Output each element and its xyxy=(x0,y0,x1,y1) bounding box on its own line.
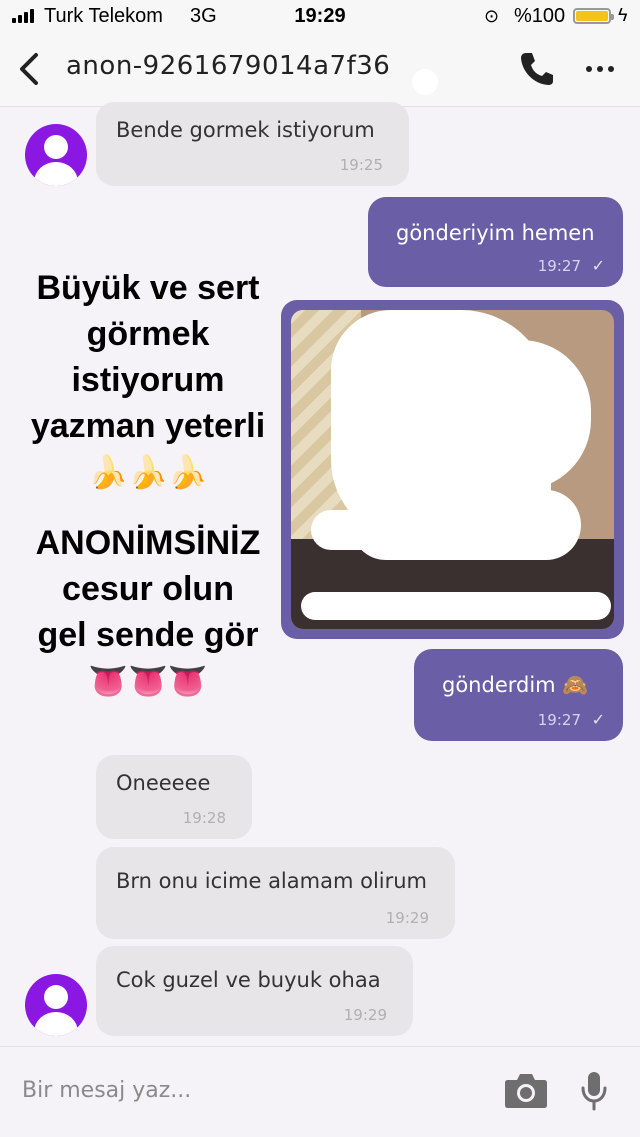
overlay-line: ANONİMSİNİZ xyxy=(35,524,261,562)
chevron-left-icon[interactable] xyxy=(14,52,44,86)
phone-icon[interactable] xyxy=(518,50,556,88)
message-bubble-incoming[interactable]: Cok guzel ve buyuk ohaa 19:29 xyxy=(96,946,413,1036)
message-text: Oneeeee xyxy=(116,771,211,795)
message-text: Bende gormek istiyorum xyxy=(116,118,375,142)
charging-icon: ϟ xyxy=(618,5,628,25)
sent-check-icon: ✓ xyxy=(591,710,605,729)
more-icon[interactable] xyxy=(586,66,614,72)
message-time: 19:27 xyxy=(537,711,581,729)
attached-photo[interactable] xyxy=(291,310,614,629)
microphone-icon[interactable] xyxy=(580,1071,608,1111)
message-input[interactable] xyxy=(20,1069,464,1111)
overlay-line: Büyük ve sert xyxy=(36,269,260,307)
banana-emoji: 🍌🍌🍌 xyxy=(88,453,208,491)
message-bubble-incoming[interactable]: Oneeeee 19:28 xyxy=(96,755,252,839)
message-time: 19:27 xyxy=(537,257,581,275)
sent-check-icon: ✓ xyxy=(591,256,605,275)
overlay-text-bottom: ANONİMSİNİZ cesur olun gel sende gör 👅👅👅 xyxy=(10,520,286,704)
overlay-line: cesur olun xyxy=(62,570,234,608)
camera-icon[interactable] xyxy=(504,1071,548,1109)
overlay-line: istiyorum xyxy=(71,361,225,399)
decorative-dot xyxy=(412,69,438,95)
overlay-line: yazman yeterli xyxy=(30,407,266,445)
message-composer xyxy=(0,1046,640,1137)
message-bubble-incoming[interactable]: Brn onu icime alamam olirum 19:29 xyxy=(96,847,455,939)
chat-header: anon-9261679014a7f36 xyxy=(0,34,640,107)
overlay-text-top: Büyük ve sert görmek istiyorum yazman ye… xyxy=(10,265,286,495)
overlay-line: görmek xyxy=(86,315,210,353)
message-time: 19:25 xyxy=(339,156,383,174)
image-message[interactable] xyxy=(281,300,624,639)
battery-icon xyxy=(573,8,614,24)
message-text: Brn onu icime alamam olirum xyxy=(116,869,428,893)
avatar[interactable] xyxy=(25,124,87,186)
message-time: 19:29 xyxy=(343,1006,387,1024)
tongue-emoji: 👅👅👅 xyxy=(88,662,208,700)
message-text: gönderdim 🙈 xyxy=(442,673,589,697)
overlay-line: gel sende gör xyxy=(37,616,259,654)
avatar[interactable] xyxy=(25,974,87,1036)
message-time: 19:29 xyxy=(385,909,429,927)
message-text: gönderiyim hemen xyxy=(396,221,595,245)
message-bubble-outgoing[interactable]: gönderdim 🙈 19:27 ✓ xyxy=(414,649,623,741)
chat-title: anon-9261679014a7f36 xyxy=(66,51,391,81)
message-bubble-outgoing[interactable]: gönderiyim hemen 19:27 ✓ xyxy=(368,197,623,287)
status-bar: Turk Telekom 3G 19:29 ⊙ %100 ϟ xyxy=(0,0,640,34)
message-time: 19:28 xyxy=(182,809,226,827)
battery-percent: %100 xyxy=(514,5,566,27)
rotation-lock-icon: ⊙ xyxy=(484,6,500,26)
message-bubble-incoming[interactable]: Bende gormek istiyorum 19:25 xyxy=(96,102,409,186)
message-text: Cok guzel ve buyuk ohaa xyxy=(116,968,381,992)
